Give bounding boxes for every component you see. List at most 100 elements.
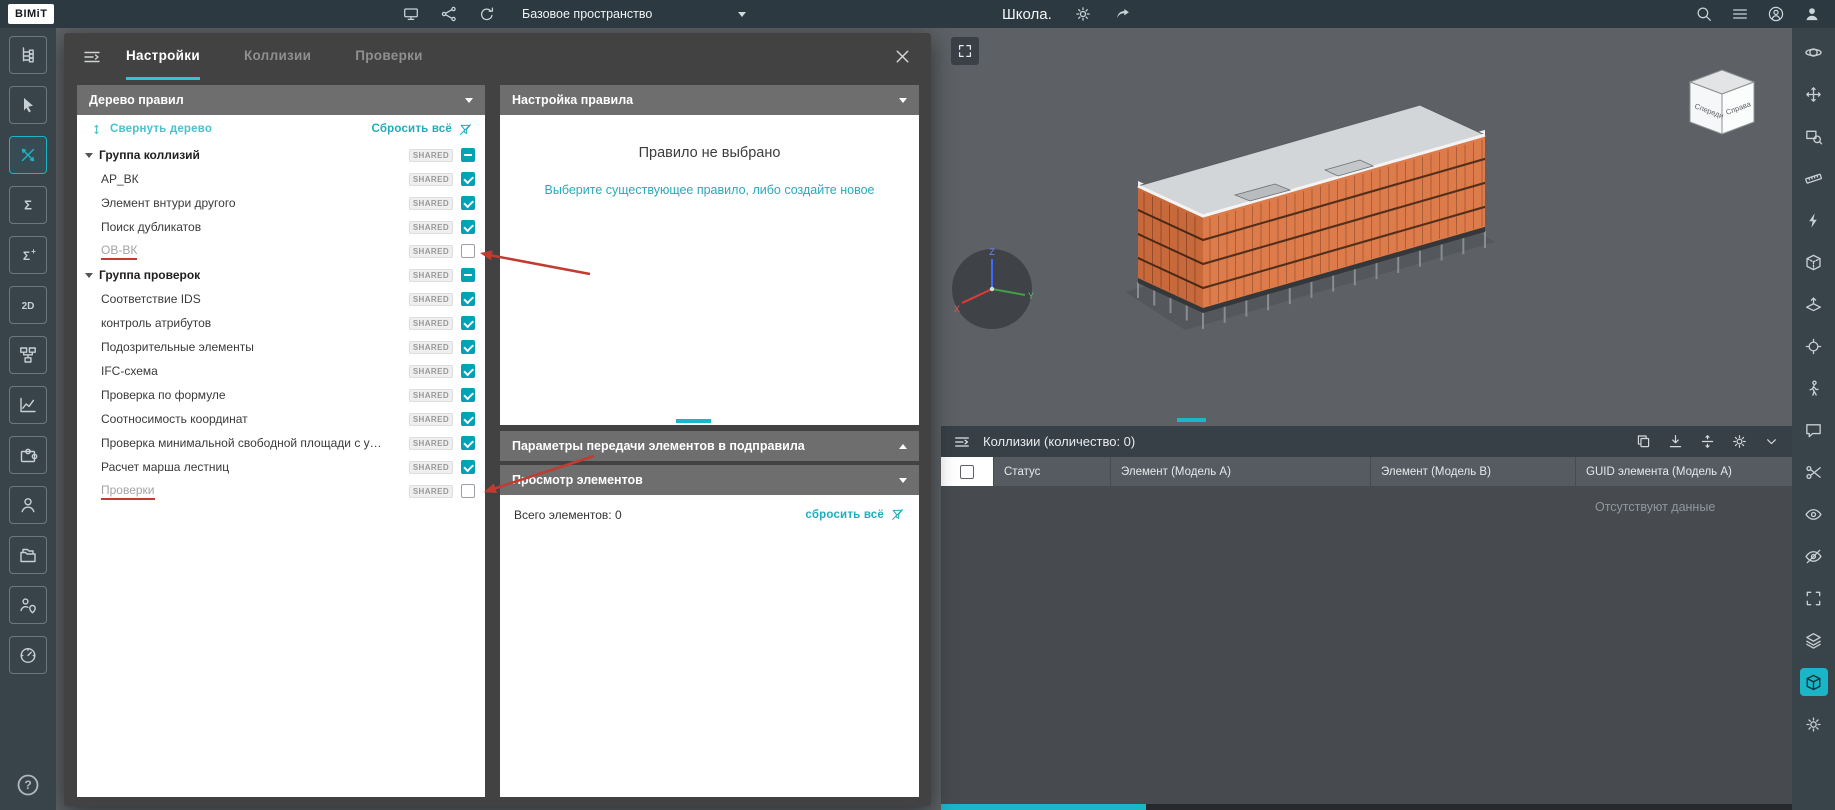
tool-section-box[interactable] — [1800, 248, 1828, 276]
tree-row[interactable]: Поиск дубликатовSHARED — [77, 215, 485, 239]
tool-zoom-window[interactable] — [1800, 122, 1828, 150]
workspace-selector[interactable]: Базовое пространство — [522, 0, 746, 28]
rule-settings-header[interactable]: Настройка правила — [500, 85, 919, 115]
tool-user[interactable] — [9, 486, 47, 524]
select-all-checkbox[interactable] — [960, 465, 974, 479]
tree-row[interactable]: ПроверкиSHARED — [77, 479, 485, 503]
sync-icon[interactable] — [478, 5, 496, 23]
tree-row[interactable]: Подозрительные элементыSHARED — [77, 335, 485, 359]
tool-folders[interactable] — [9, 536, 47, 574]
tool-model-tree[interactable] — [9, 36, 47, 74]
row-checkbox[interactable] — [461, 340, 475, 354]
fullscreen-button[interactable] — [951, 37, 979, 65]
tab-collisions[interactable]: Коллизии — [244, 33, 311, 80]
tab-settings[interactable]: Настройки — [126, 33, 200, 80]
school-3d-model[interactable] — [1085, 100, 1525, 360]
select-all-cell[interactable] — [941, 457, 993, 486]
menu-icon[interactable] — [1731, 5, 1749, 23]
tool-cube[interactable] — [1800, 668, 1828, 696]
tool-comment[interactable] — [1800, 416, 1828, 444]
row-checkbox[interactable] — [461, 220, 475, 234]
row-checkbox[interactable] — [461, 436, 475, 450]
tree-row[interactable]: Группа коллизийSHARED — [77, 143, 485, 167]
rules-tree-header[interactable]: Дерево правил — [77, 85, 485, 115]
search-icon[interactable] — [1695, 5, 1713, 23]
device-icon[interactable] — [402, 5, 420, 23]
tool-frame[interactable] — [1800, 584, 1828, 612]
tool-walk[interactable] — [1800, 374, 1828, 402]
tool-gauge[interactable] — [9, 636, 47, 674]
tool-org[interactable] — [9, 336, 47, 374]
tree-row[interactable]: IFC-схемаSHARED — [77, 359, 485, 383]
params-header[interactable]: Параметры передачи элементов в подправил… — [500, 431, 919, 461]
share-icon[interactable] — [1114, 5, 1132, 23]
column-header[interactable]: Элемент (Модель B) — [1370, 457, 1575, 486]
tree-row[interactable]: Проверка по формулеSHARED — [77, 383, 485, 407]
collapse-tree-link[interactable]: Свернуть дерево — [89, 122, 212, 137]
column-header[interactable]: Статус — [993, 457, 1110, 486]
row-checkbox[interactable] — [461, 484, 475, 498]
tree-row[interactable]: контроль атрибутовSHARED — [77, 311, 485, 335]
tool-orbit[interactable] — [1800, 38, 1828, 66]
tree-row[interactable]: Проверка минимальной свободной площади с… — [77, 431, 485, 455]
settings-icon[interactable] — [1731, 433, 1748, 450]
row-checkbox[interactable] — [461, 460, 475, 474]
help-button[interactable]: ? — [15, 772, 41, 798]
tool-bolt[interactable] — [1800, 206, 1828, 234]
tool-select[interactable] — [9, 86, 47, 124]
row-checkbox[interactable] — [461, 292, 475, 306]
export-icon[interactable] — [1667, 433, 1684, 450]
row-checkbox[interactable] — [461, 364, 475, 378]
row-checkbox[interactable] — [461, 148, 475, 162]
row-checkbox[interactable] — [461, 316, 475, 330]
tool-pan[interactable] — [1800, 80, 1828, 108]
tool-ruler[interactable] — [1800, 164, 1828, 192]
chevron-down-icon[interactable] — [1763, 433, 1780, 450]
collisions-menu-icon[interactable] — [953, 433, 971, 451]
tool-focus[interactable] — [1800, 332, 1828, 360]
tool-sum[interactable]: Σ — [9, 186, 47, 224]
view-cube[interactable]: Спереди Справа — [1682, 66, 1762, 138]
graph-icon[interactable] — [440, 5, 458, 23]
column-header[interactable]: GUID элемента (Модель A) — [1575, 457, 1792, 486]
horizontal-scrollbar[interactable] — [941, 804, 1792, 810]
tab-checks[interactable]: Проверки — [355, 33, 423, 80]
row-checkbox[interactable] — [461, 244, 475, 258]
fit-rows-icon[interactable] — [1699, 433, 1716, 450]
row-checkbox[interactable] — [461, 268, 475, 282]
row-checkbox[interactable] — [461, 412, 475, 426]
gear-icon[interactable] — [1074, 5, 1092, 23]
tree-row[interactable]: Соотносимость координатSHARED — [77, 407, 485, 431]
tree-row[interactable]: ОВ-ВКSHARED — [77, 239, 485, 263]
tool-user-pin[interactable] — [9, 586, 47, 624]
tree-row[interactable]: Элемент внтури другогоSHARED — [77, 191, 485, 215]
tool-eye-off[interactable] — [1800, 542, 1828, 570]
tree-row[interactable]: Группа проверокSHARED — [77, 263, 485, 287]
caret-down-icon[interactable] — [85, 273, 93, 278]
axis-gizmo[interactable]: Z Y X — [947, 244, 1037, 334]
account-icon[interactable] — [1767, 5, 1785, 23]
row-checkbox[interactable] — [461, 196, 475, 210]
preview-header[interactable]: Просмотр элементов — [500, 465, 919, 495]
tool-chart[interactable] — [9, 386, 47, 424]
tool-scissors[interactable] — [1800, 458, 1828, 486]
tool-sum-plus[interactable]: Σ+ — [9, 236, 47, 274]
tree-row[interactable]: Расчет марша лестницSHARED — [77, 455, 485, 479]
app-logo[interactable]: BIMiT — [8, 4, 54, 24]
tree-row[interactable]: Соответствие IDSSHARED — [77, 287, 485, 311]
tool-eye[interactable] — [1800, 500, 1828, 528]
viewport-scrollbar-thumb[interactable] — [1177, 418, 1206, 422]
tool-2d[interactable]: 2D — [9, 286, 47, 324]
scrollbar-thumb[interactable] — [676, 419, 711, 423]
reset-all-link[interactable]: Сбросить всё — [372, 122, 474, 137]
scrollbar-thumb[interactable] — [941, 804, 1146, 810]
row-checkbox[interactable] — [461, 172, 475, 186]
copy-icon[interactable] — [1635, 433, 1652, 450]
tool-puzzle[interactable] — [9, 436, 47, 474]
tool-settings[interactable] — [1800, 710, 1828, 738]
row-checkbox[interactable] — [461, 388, 475, 402]
tool-section-plane[interactable] — [1800, 290, 1828, 318]
panel-menu-icon[interactable] — [82, 47, 102, 67]
tree-row[interactable]: АР_ВКSHARED — [77, 167, 485, 191]
tool-layers[interactable] — [1800, 626, 1828, 654]
